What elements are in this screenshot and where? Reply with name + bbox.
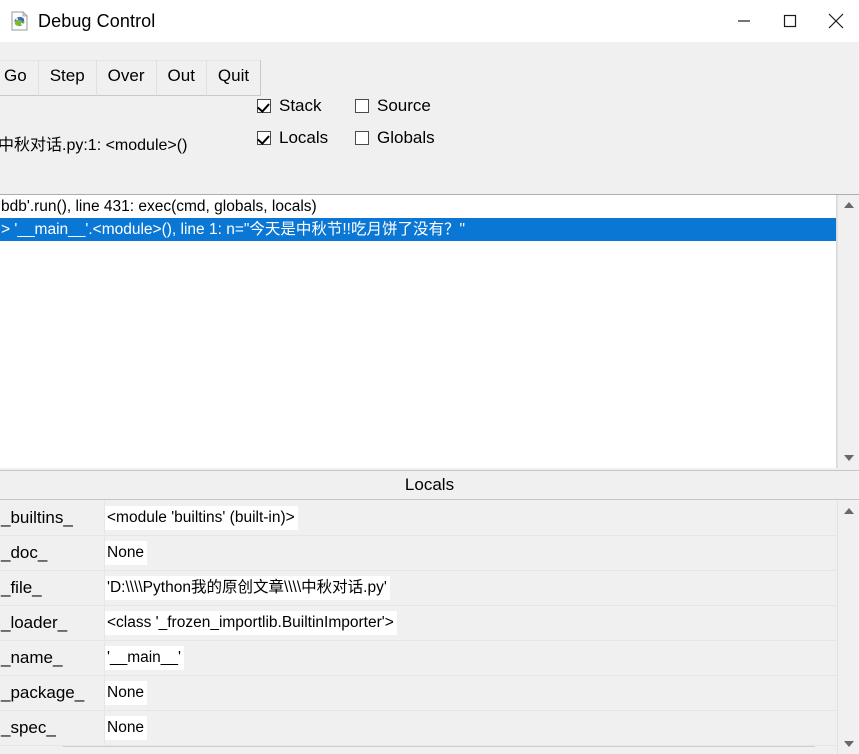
stack-checkbox-box[interactable] <box>257 99 271 113</box>
locals-column-divider <box>104 606 105 640</box>
locals-header-label: Locals <box>404 475 455 494</box>
status-line: 中秋对话.py:1: <module>() <box>0 130 859 156</box>
locals-name: _builtins_ <box>1 508 73 527</box>
locals-scrollbar-thumb[interactable] <box>839 521 858 551</box>
title-bar: Debug Control <box>0 0 859 43</box>
idle-debug-icon <box>9 10 31 32</box>
locals-name: _doc_ <box>1 543 48 562</box>
locals-column-divider <box>104 571 105 605</box>
maximize-button[interactable] <box>767 0 813 42</box>
locals-panel: _builtins_ <module 'builtins' (built-in)… <box>0 501 859 754</box>
out-button[interactable]: Out <box>155 60 207 96</box>
checkbox-source[interactable]: Source <box>355 90 435 122</box>
locals-value: None <box>104 716 148 740</box>
close-button[interactable] <box>813 0 859 42</box>
locals-horizontal-scrollbar[interactable] <box>63 746 815 754</box>
source-checkbox-box[interactable] <box>355 99 369 113</box>
locals-header: Locals <box>0 470 859 500</box>
locals-name: _package_ <box>1 683 85 702</box>
locals-vertical-scrollbar[interactable] <box>837 501 859 754</box>
locals-row[interactable]: _builtins_ <module 'builtins' (built-in)… <box>0 501 837 536</box>
locals-row[interactable]: _doc_ None <box>0 536 837 571</box>
stack-scroll-down-arrow[interactable] <box>838 448 859 468</box>
locals-row[interactable]: _spec_ None <box>0 711 837 746</box>
step-button[interactable]: Step <box>37 60 97 96</box>
stack-vertical-scrollbar[interactable] <box>837 195 859 468</box>
locals-column-divider <box>104 676 105 710</box>
locals-column-divider <box>104 501 105 535</box>
stack-scrollbar-thumb[interactable] <box>839 215 858 255</box>
locals-column-divider <box>104 711 105 745</box>
checkbox-source-label: Source <box>377 96 431 115</box>
checkbox-stack[interactable]: Stack <box>257 90 355 122</box>
locals-scroll-up-arrow[interactable] <box>838 501 859 521</box>
quit-button[interactable]: Quit <box>205 60 262 96</box>
minimize-button[interactable] <box>721 0 767 42</box>
locals-row[interactable]: _name_ '__main__' <box>0 641 837 676</box>
status-line-text: 中秋对话.py:1: <module>() <box>0 137 188 154</box>
checkbox-stack-label: Stack <box>279 96 322 115</box>
locals-name: _file_ <box>1 578 42 597</box>
locals-name: _name_ <box>1 648 63 667</box>
debug-control-window: Debug Control Go Step Over Out Quit Stac… <box>0 0 859 754</box>
stack-row[interactable]: bdb'.run(), line 431: exec(cmd, globals,… <box>0 195 836 218</box>
locals-value: '__main__' <box>104 646 184 670</box>
locals-value: <module 'builtins' (built-in)> <box>104 506 298 530</box>
locals-name: _spec_ <box>1 718 56 737</box>
stack-list[interactable]: bdb'.run(), line 431: exec(cmd, globals,… <box>0 195 837 468</box>
locals-value: 'D:\\\\Python我的原创文章\\\\中秋对话.py' <box>104 576 390 600</box>
stack-panel: bdb'.run(), line 431: exec(cmd, globals,… <box>0 194 859 468</box>
locals-row[interactable]: _loader_ <class '_frozen_importlib.Built… <box>0 606 837 641</box>
locals-value: None <box>104 541 148 565</box>
locals-column-divider <box>104 641 105 675</box>
locals-value: <class '_frozen_importlib.BuiltinImporte… <box>104 611 397 635</box>
debug-toolbar: Go Step Over Out Quit Stack Source Local… <box>0 42 859 147</box>
debug-button-row: Go Step Over Out Quit <box>0 60 262 96</box>
locals-name: _loader_ <box>1 613 68 632</box>
stack-row-selected[interactable]: > '__main__'.<module>(), line 1: n="今天是中… <box>0 218 836 241</box>
stack-scroll-up-arrow[interactable] <box>838 195 859 215</box>
locals-value: None <box>104 681 148 705</box>
locals-row[interactable]: _file_ 'D:\\\\Python我的原创文章\\\\中秋对话.py' <box>0 571 837 606</box>
locals-scroll-down-arrow[interactable] <box>838 734 859 754</box>
locals-row[interactable]: _package_ None <box>0 676 837 711</box>
locals-column-divider <box>104 536 105 570</box>
over-button[interactable]: Over <box>95 60 157 96</box>
locals-table[interactable]: _builtins_ <module 'builtins' (built-in)… <box>0 501 837 754</box>
window-title: Debug Control <box>38 10 156 31</box>
go-button[interactable]: Go <box>0 60 39 96</box>
